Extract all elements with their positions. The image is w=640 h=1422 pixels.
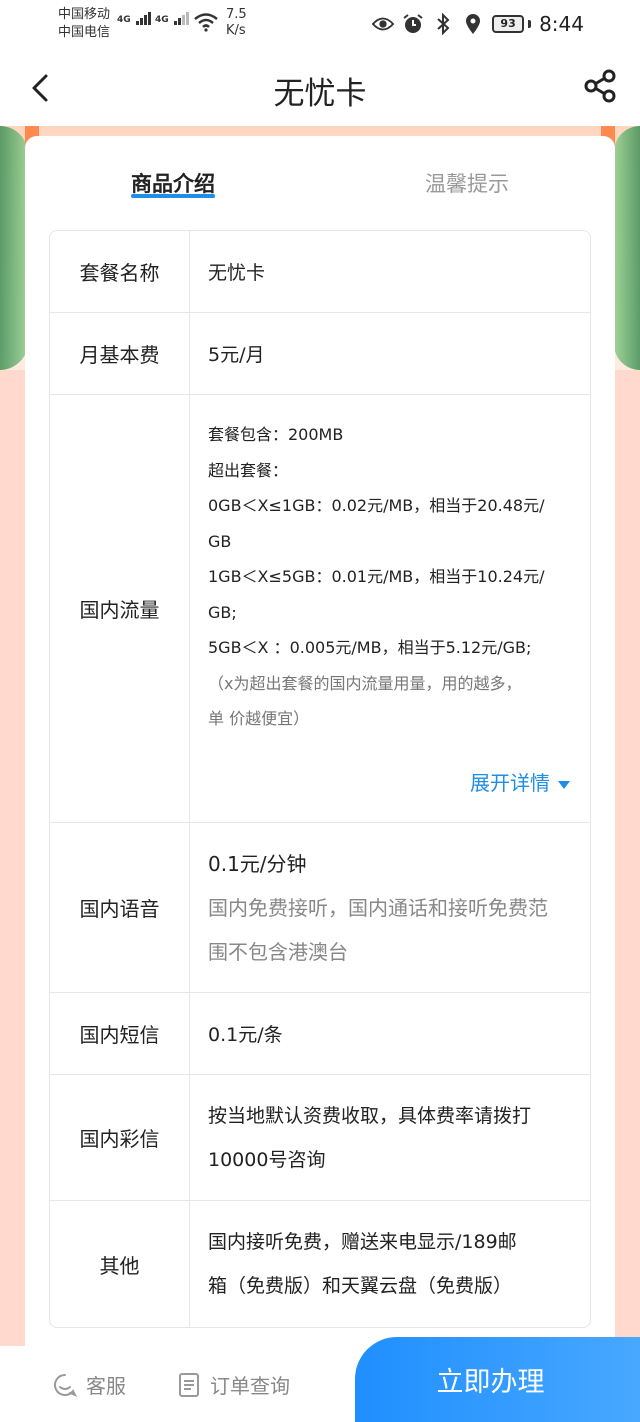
table-row-domestic-mms: 国内彩信 按当地默认资费收取，具体费率请拨打 10000号咨询	[50, 1075, 590, 1201]
caret-down-icon	[558, 780, 570, 789]
data-note-line: 单 价越便宜）	[208, 709, 310, 728]
table-value: 0.1元/分钟 国内免费接听，国内通话和接听免费范 围不包含港澳台	[190, 823, 590, 992]
plan-detail-table: 套餐名称 无忧卡 月基本费 5元/月 国内流量 套餐包含：200MB 超出套餐：…	[49, 230, 591, 1328]
document-icon	[179, 1372, 199, 1397]
order-query-button[interactable]: 订单查询	[176, 1370, 290, 1399]
data-line: GB;	[208, 602, 237, 622]
voice-price: 0.1元/分钟	[208, 851, 307, 876]
mms-line: 10000号咨询	[208, 1148, 326, 1171]
data-line: 超出套餐：	[208, 460, 289, 480]
network-2-label: 4G	[155, 15, 169, 25]
carrier-2: 中国电信	[58, 25, 111, 40]
expand-details-label: 展开详情	[470, 771, 550, 795]
voice-note-line: 国内免费接听，国内通话和接听免费范	[208, 895, 548, 920]
table-key: 国内流量	[50, 395, 190, 822]
table-row-other: 其他 国内接听免费，赠送来电显示/189邮 箱（免费版）和天翼云盘（免费版）	[50, 1201, 590, 1327]
table-value: 国内接听免费，赠送来电显示/189邮 箱（免费版）和天翼云盘（免费版）	[190, 1201, 590, 1327]
headset-chat-icon	[54, 1373, 78, 1397]
carrier-names: 中国移动 中国电信	[58, 6, 110, 42]
signal-1-icon: 4G	[117, 12, 152, 25]
clock: 8:44	[539, 12, 584, 36]
tab-bar: 商品介绍 温馨提示	[25, 136, 615, 216]
table-value: 0.1元/条	[208, 1024, 283, 1046]
other-line: 箱（免费版）和天翼云盘（免费版）	[208, 1275, 513, 1297]
page-title: 无忧卡	[273, 76, 367, 112]
table-value: 5元/月	[208, 344, 265, 366]
table-value: 无忧卡	[208, 262, 266, 284]
mms-line: 按当地默认资费收取，具体费率请拨打	[208, 1104, 532, 1127]
customer-service-label: 客服	[86, 1374, 126, 1398]
table-key: 月基本费	[50, 313, 190, 394]
order-query-label: 订单查询	[210, 1374, 290, 1398]
table-key: 国内短信	[50, 993, 190, 1074]
wifi-icon	[194, 13, 218, 32]
location-icon	[462, 13, 484, 35]
table-row-domestic-sms: 国内短信 0.1元/条	[50, 993, 590, 1075]
data-line: 0GB＜X≤1GB：0.02元/MB，相当于20.48元/	[208, 496, 545, 515]
voice-note-line: 围不包含港澳台	[208, 939, 348, 964]
data-line: GB	[208, 531, 232, 551]
apply-now-button[interactable]: 立即办理	[355, 1337, 640, 1422]
network-1-label: 4G	[117, 15, 131, 25]
table-key: 国内语音	[50, 823, 190, 992]
table-row-domestic-data: 国内流量 套餐包含：200MB 超出套餐： 0GB＜X≤1GB：0.02元/MB…	[50, 395, 590, 823]
share-icon[interactable]	[582, 68, 618, 104]
speed-unit: K/s	[226, 23, 246, 38]
battery-icon: 93	[492, 15, 525, 33]
table-key: 其他	[50, 1201, 190, 1327]
signal-2-icon: 4G	[155, 12, 190, 25]
bluetooth-icon	[432, 13, 454, 35]
customer-service-button[interactable]: 客服	[52, 1370, 126, 1399]
tab-active-indicator	[131, 194, 215, 198]
data-note-line: （x为超出套餐的国内流量用量，用的越多，	[208, 673, 522, 693]
banner-leaf-left	[0, 126, 28, 370]
nav-bar: 无忧卡	[0, 50, 640, 126]
table-key: 国内彩信	[50, 1075, 190, 1200]
alarm-icon	[402, 13, 424, 35]
tab-tips[interactable]: 温馨提示	[425, 168, 509, 198]
table-value: 按当地默认资费收取，具体费率请拨打 10000号咨询	[190, 1075, 590, 1200]
data-line: 5GB＜X ：0.005元/MB，相当于5.12元/GB;	[208, 638, 532, 657]
table-value: 套餐包含：200MB 超出套餐： 0GB＜X≤1GB：0.02元/MB，相当于2…	[190, 395, 590, 822]
banner-leaf-right	[614, 126, 640, 370]
product-card: 商品介绍 温馨提示 套餐名称 无忧卡 月基本费 5元/月 国内流量 套餐包含：2…	[25, 136, 615, 1356]
network-speed: 7.5 K/s	[226, 7, 247, 39]
data-line: 1GB＜X≤5GB：0.01元/MB，相当于10.24元/	[208, 567, 545, 586]
table-row-monthly-fee: 月基本费 5元/月	[50, 313, 590, 395]
table-row-domestic-voice: 国内语音 0.1元/分钟 国内免费接听，国内通话和接听免费范 围不包含港澳台	[50, 823, 590, 993]
other-line: 国内接听免费，赠送来电显示/189邮	[208, 1231, 517, 1253]
status-bar: 中国移动 中国电信 4G 4G 7.5 K/s 93 8:44	[0, 0, 640, 50]
table-key: 套餐名称	[50, 231, 190, 312]
speed-value: 7.5	[226, 7, 247, 22]
table-row-plan-name: 套餐名称 无忧卡	[50, 231, 590, 313]
eye-icon	[372, 13, 395, 35]
battery-tip	[528, 20, 532, 28]
expand-details-button[interactable]: 展开详情	[470, 767, 570, 796]
data-line: 套餐包含：200MB	[208, 425, 344, 444]
carrier-1: 中国移动	[58, 7, 111, 22]
